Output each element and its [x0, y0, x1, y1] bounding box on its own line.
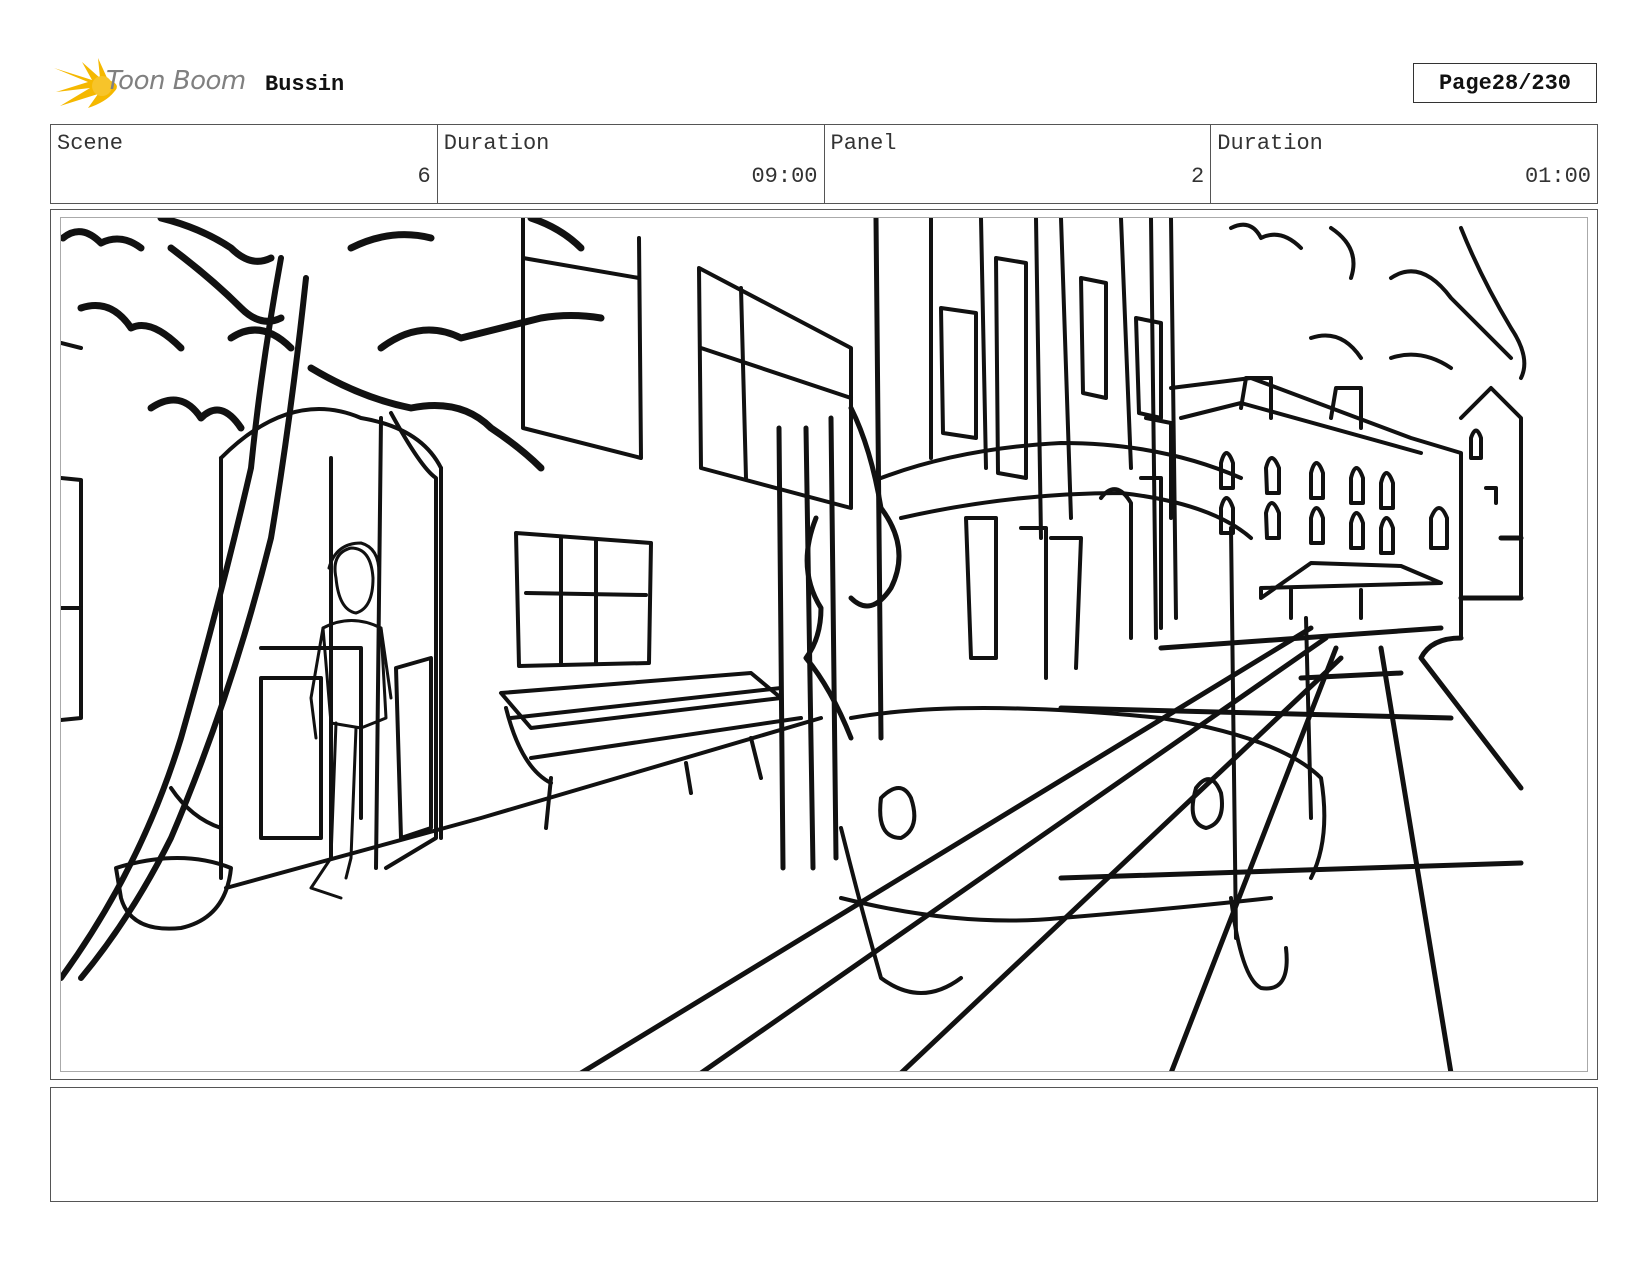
upper-window: [521, 218, 643, 460]
panel-duration-cell: Duration 01:00: [1211, 125, 1597, 203]
panel-label: Panel: [830, 131, 897, 156]
project-title: Bussin: [265, 72, 345, 97]
tree-trunk: [61, 255, 309, 981]
panel-duration-label: Duration: [1217, 131, 1323, 156]
poles: [776, 218, 884, 871]
scene-cell: Scene 6: [51, 125, 438, 203]
bench-sketch: [499, 671, 803, 830]
panel-duration-value: 01:00: [1524, 164, 1591, 189]
scene-duration-cell: Duration 09:00: [438, 125, 825, 203]
signboard: [697, 266, 853, 510]
scene-duration-label: Duration: [443, 131, 550, 156]
page-number: 28/230: [1491, 70, 1572, 96]
panel-notes-box[interactable]: [50, 1087, 1598, 1202]
bus-sketch: [839, 441, 1327, 995]
panel-value: 2: [1191, 164, 1205, 189]
right-building: [1169, 376, 1463, 640]
doorway: [219, 407, 443, 880]
middle-window: [514, 531, 653, 668]
scene-label: Scene: [57, 131, 124, 156]
road-lines: [579, 535, 1524, 1071]
street-sketch-drawing: [61, 218, 1527, 1071]
tree-sketch: [61, 218, 605, 472]
scene-duration-value: 09:00: [751, 164, 818, 189]
logo-wordmark: Toon Boom: [106, 66, 246, 96]
left-building: [61, 341, 83, 722]
page-indicator: Page 28/230: [1413, 63, 1597, 103]
storyboard-panel-image: [60, 217, 1588, 1072]
sidewalk-edge: [224, 716, 823, 890]
right-foliage: [1229, 222, 1527, 380]
panel-info-table: Scene 6 Duration 09:00 Panel 2 Duration …: [50, 124, 1598, 204]
scene-value: 6: [417, 164, 431, 189]
right-tower: [1459, 386, 1523, 600]
page-label: Page: [1438, 70, 1492, 96]
panel-cell: Panel 2: [825, 125, 1212, 203]
